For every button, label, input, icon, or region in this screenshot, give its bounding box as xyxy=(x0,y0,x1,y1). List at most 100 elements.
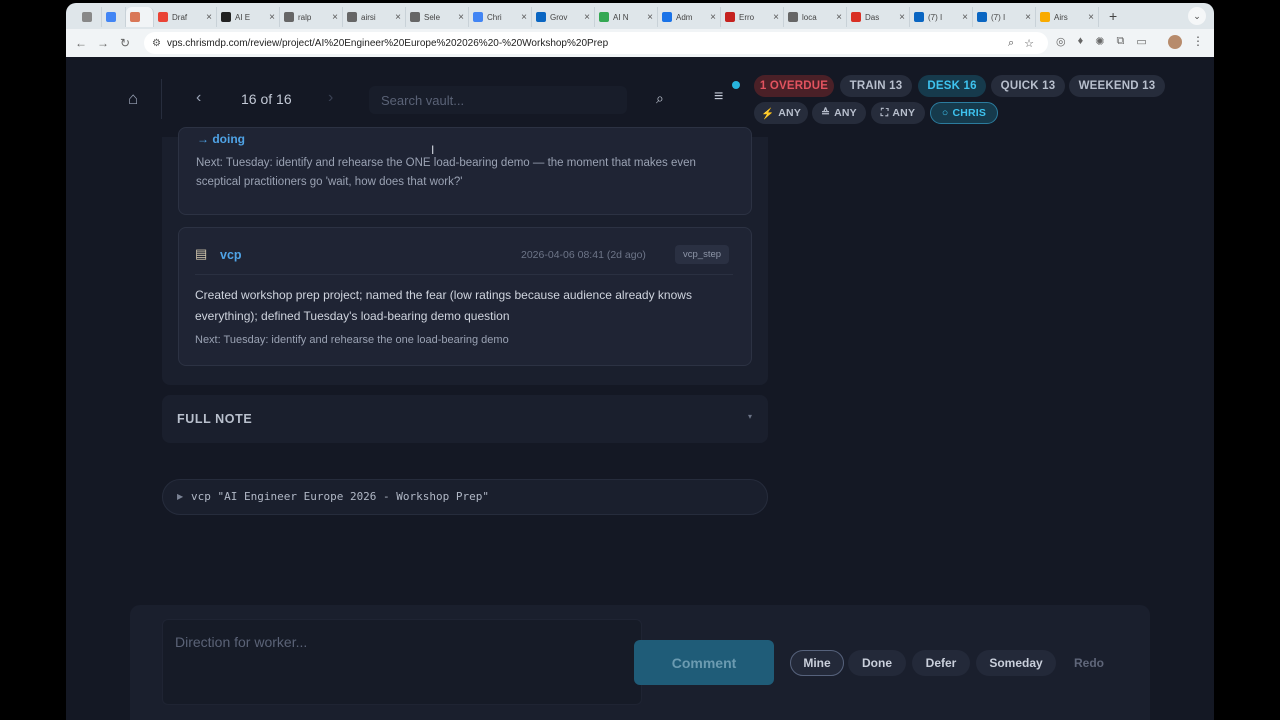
close-tab-icon[interactable]: × xyxy=(395,12,401,23)
close-tab-icon[interactable]: × xyxy=(899,12,905,23)
vcp-command-toggle[interactable]: ▶ vcp "AI Engineer Europe 2026 - Worksho… xyxy=(162,479,768,515)
close-tab-icon[interactable]: × xyxy=(1088,12,1094,23)
tab-title: (7) I xyxy=(991,12,1006,22)
tab-title: AI E xyxy=(235,12,251,22)
tab-title: ralp xyxy=(298,12,312,22)
close-tab-icon[interactable]: × xyxy=(962,12,968,23)
bookmark-star-icon[interactable]: ☆ xyxy=(1024,37,1034,50)
browser-tab[interactable]: Sele × xyxy=(406,7,469,27)
chevron-down-icon: ▾ xyxy=(747,412,752,421)
search-input[interactable] xyxy=(369,86,627,114)
close-tab-icon[interactable]: × xyxy=(521,12,527,23)
browser-tab[interactable]: AI E × xyxy=(217,7,280,27)
extensions-puzzle-icon[interactable]: ⧉ xyxy=(1116,35,1124,48)
tab-title: Das xyxy=(865,12,880,22)
entry-title: vcp xyxy=(220,248,242,262)
search-icon[interactable]: ⌕ xyxy=(656,90,664,107)
home-icon[interactable]: ⌂ xyxy=(128,89,138,109)
browser-tab[interactable] xyxy=(102,7,126,27)
vcp-command-text: vcp "AI Engineer Europe 2026 - Workshop … xyxy=(191,490,490,503)
reload-icon[interactable]: ↻ xyxy=(114,36,136,50)
globe-icon xyxy=(410,12,420,22)
zoom-icon[interactable]: ⌕ xyxy=(1008,37,1014,50)
red-square-icon xyxy=(851,12,861,22)
tab-title: AI N xyxy=(613,12,629,22)
new-tab-button[interactable]: + xyxy=(1109,8,1117,24)
desk-pill[interactable]: DESK 16 xyxy=(918,75,986,97)
close-tab-icon[interactable]: × xyxy=(773,12,779,23)
someday-button[interactable]: Someday xyxy=(976,650,1056,676)
tab-title: Chri xyxy=(487,12,502,22)
browser-tab[interactable]: loca × xyxy=(784,7,847,27)
google-icon xyxy=(106,12,116,22)
done-button[interactable]: Done xyxy=(848,650,906,676)
browser-tab[interactable]: Grov × xyxy=(532,7,595,27)
forward-icon[interactable]: → xyxy=(92,36,114,50)
browser-tab[interactable]: Chri × xyxy=(469,7,532,27)
linkedin-icon xyxy=(536,12,546,22)
browser-tab[interactable]: Adm × xyxy=(658,7,721,27)
clipboard-icon: ▤ xyxy=(195,246,208,261)
close-tab-icon[interactable]: × xyxy=(206,12,212,23)
entry-next-step: Next: Tuesday: identify and rehearse the… xyxy=(196,157,696,188)
browser-tab[interactable]: AI N × xyxy=(595,7,658,27)
browser-tab[interactable] xyxy=(78,7,102,27)
next-item-button[interactable]: › xyxy=(328,89,333,107)
direction-input[interactable] xyxy=(162,619,642,705)
close-tab-icon[interactable]: × xyxy=(647,12,653,23)
extension-icon[interactable]: ◎ xyxy=(1056,35,1066,48)
ai-icon xyxy=(221,12,231,22)
red-icon xyxy=(725,12,735,22)
filter-any-signal[interactable]: ≙ ANY xyxy=(812,102,866,124)
sidebar-icon[interactable]: ▭ xyxy=(1136,35,1146,48)
browser-tab[interactable]: Das × xyxy=(847,7,910,27)
tab-title: Erro xyxy=(739,12,755,22)
history-entry-vcp: ▤ vcp 2026-04-06 08:41 (2d ago) vcp_step… xyxy=(178,227,752,366)
close-tab-icon[interactable]: × xyxy=(710,12,716,23)
weekend-pill[interactable]: WEEKEND 13 xyxy=(1069,75,1165,97)
browser-tab[interactable]: (7) I × xyxy=(910,7,973,27)
filter-label: ANY xyxy=(892,107,916,119)
address-bar[interactable]: ⚙ vps.chrismdp.com/review/project/AI%20E… xyxy=(144,32,1048,54)
browser-tab[interactable]: (7) I × xyxy=(973,7,1036,27)
extension-icon[interactable]: ✺ xyxy=(1095,35,1104,48)
mine-button[interactable]: Mine xyxy=(790,650,844,676)
close-tab-icon[interactable]: × xyxy=(332,12,338,23)
train-pill[interactable]: TRAIN 13 xyxy=(840,75,912,97)
text-cursor-icon: I xyxy=(431,143,435,157)
chrome-menu-icon[interactable]: ⋮ xyxy=(1192,34,1204,48)
redo-button[interactable]: Redo xyxy=(1062,650,1116,676)
entry-body: Created workshop prep project; named the… xyxy=(195,288,692,323)
comment-button[interactable]: Comment xyxy=(634,640,774,685)
profile-avatar[interactable] xyxy=(1168,35,1182,49)
browser-tab[interactable]: Erro × xyxy=(721,7,784,27)
browser-tab[interactable]: ralp × xyxy=(280,7,343,27)
full-note-toggle[interactable]: FULL NOTE ▾ xyxy=(162,395,768,443)
close-tab-icon[interactable]: × xyxy=(269,12,275,23)
close-tab-icon[interactable]: × xyxy=(584,12,590,23)
disclosure-triangle-icon: ▶ xyxy=(177,492,184,501)
url-text: vps.chrismdp.com/review/project/AI%20Eng… xyxy=(166,37,609,49)
filter-chris[interactable]: ○ CHRIS xyxy=(930,102,998,124)
hamburger-menu-icon[interactable]: ≡ xyxy=(714,88,723,106)
overdue-pill[interactable]: 1 OVERDUE xyxy=(754,75,834,97)
filter-any-energy[interactable]: ⚡ ANY xyxy=(754,102,808,124)
filter-any-expand[interactable]: ⛶ ANY xyxy=(871,102,925,124)
browser-tab[interactable]: airsi × xyxy=(343,7,406,27)
browser-tab[interactable]: Airs × xyxy=(1036,7,1099,27)
close-tab-icon[interactable]: × xyxy=(458,12,464,23)
extension-icon[interactable]: ♦ xyxy=(1078,35,1084,48)
quick-pill[interactable]: QUICK 13 xyxy=(991,75,1065,97)
prev-item-button[interactable]: ‹ xyxy=(196,89,201,107)
browser-tab[interactable] xyxy=(126,7,154,27)
close-tab-icon[interactable]: × xyxy=(1025,12,1031,23)
tab-search-icon[interactable]: ⌄ xyxy=(1188,7,1206,25)
site-info-icon[interactable]: ⚙ xyxy=(152,38,161,49)
history-entry-doing: → doing Next: Tuesday: identify and rehe… xyxy=(178,127,752,215)
back-icon[interactable]: ← xyxy=(70,36,92,50)
browser-tab[interactable]: Draf × xyxy=(154,7,217,27)
globe-icon xyxy=(788,12,798,22)
close-tab-icon[interactable]: × xyxy=(836,12,842,23)
defer-button[interactable]: Defer xyxy=(912,650,970,676)
green-icon xyxy=(599,12,609,22)
